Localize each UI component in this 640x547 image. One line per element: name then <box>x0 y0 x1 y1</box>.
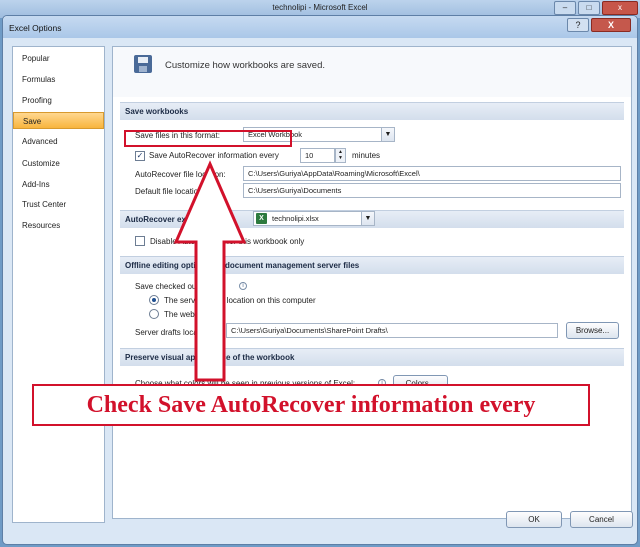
excel-window-title: technolipi - Microsoft Excel <box>272 3 368 12</box>
sidebar-item-formulas[interactable]: Formulas <box>13 71 104 88</box>
sidebar-item-popular[interactable]: Popular <box>13 50 104 67</box>
cancel-button[interactable]: Cancel <box>570 511 633 528</box>
autorecover-location-input[interactable]: C:\Users\Guriya\AppData\Roaming\Microsof… <box>243 166 621 181</box>
sidebar-item-resources[interactable]: Resources <box>13 217 104 234</box>
autorecover-checkbox[interactable]: ✓ <box>135 151 145 161</box>
disable-autorecover-checkbox[interactable] <box>135 236 145 246</box>
autorecover-label: Save AutoRecover information every <box>149 151 279 160</box>
chevron-down-icon: ▼ <box>381 128 394 141</box>
sidebar-item-advanced[interactable]: Advanced <box>13 133 104 150</box>
browse-button[interactable]: Browse... <box>566 322 619 339</box>
sidebar-item-add-ins[interactable]: Add-Ins <box>13 176 104 193</box>
annotation-up-arrow <box>173 160 247 382</box>
drafts-location-input[interactable]: C:\Users\Guriya\Documents\SharePoint Dra… <box>226 323 558 338</box>
dialog-title: Excel Options <box>9 23 62 33</box>
options-sidebar: Popular Formulas Proofing Save Advanced … <box>12 46 105 523</box>
exceptions-workbook-value: technolipi.xlsx <box>272 214 319 223</box>
sidebar-item-save[interactable]: Save <box>13 112 104 129</box>
minutes-label: minutes <box>352 151 381 160</box>
autorecover-minutes-input[interactable]: 10 <box>300 148 335 163</box>
minimize-button[interactable]: – <box>554 1 576 15</box>
maximize-button[interactable]: □ <box>578 1 600 15</box>
chevron-down-icon: ▼ <box>361 212 374 225</box>
dialog-titlebar: Excel Options ? X <box>3 16 637 38</box>
panel-header: Customize how workbooks are saved. <box>113 47 631 97</box>
exceptions-workbook-select[interactable]: X technolipi.xlsx ▼ <box>253 211 375 226</box>
sidebar-item-trust-center[interactable]: Trust Center <box>13 196 104 213</box>
default-location-input[interactable]: C:\Users\Guriya\Documents <box>243 183 621 198</box>
annotation-callout: Check Save AutoRecover information every <box>32 384 590 426</box>
floppy-disk-icon <box>134 55 152 73</box>
sidebar-item-proofing[interactable]: Proofing <box>13 92 104 109</box>
help-button[interactable]: ? <box>567 18 589 32</box>
annotation-highlight-box <box>124 130 292 147</box>
sidebar-item-customize[interactable]: Customize <box>13 155 104 172</box>
excel-file-icon: X <box>256 213 267 224</box>
radio-server-drafts[interactable] <box>149 295 159 305</box>
section-save-workbooks: Save workbooks <box>120 102 624 120</box>
radio-web-server[interactable] <box>149 309 159 319</box>
ok-button[interactable]: OK <box>506 511 562 528</box>
excel-options-dialog: Excel Options ? X Popular Formulas Proof… <box>2 15 638 545</box>
dialog-close-button[interactable]: X <box>591 18 631 32</box>
close-window-button[interactable]: x <box>602 1 638 15</box>
minutes-spinner[interactable]: ▲ ▼ <box>335 148 346 163</box>
panel-header-text: Customize how workbooks are saved. <box>165 60 325 71</box>
